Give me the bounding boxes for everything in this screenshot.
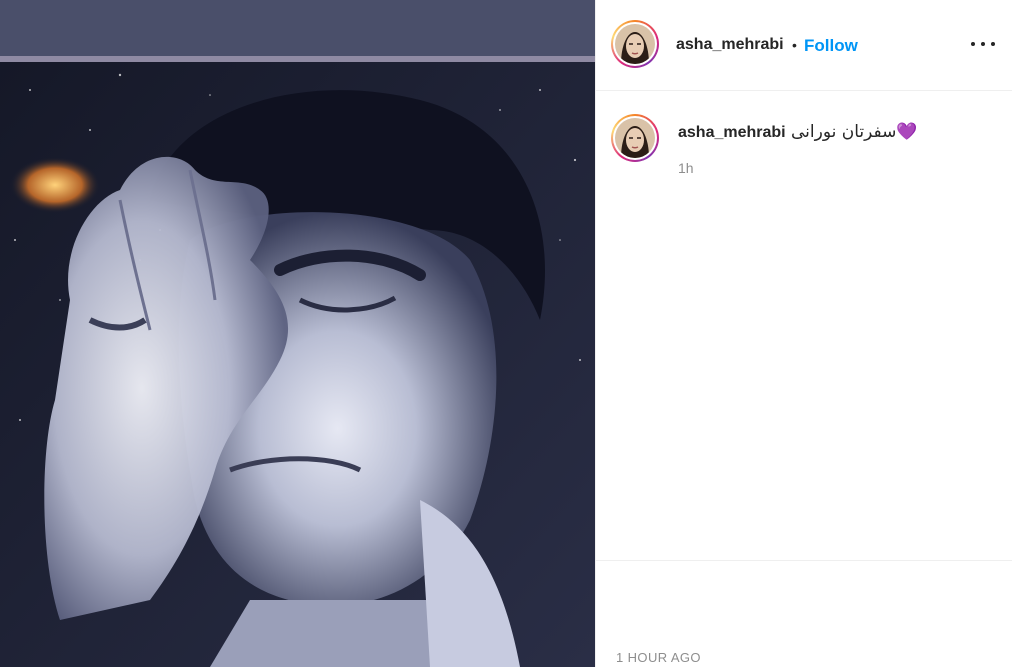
caption-avatar[interactable] — [611, 114, 659, 162]
author-username[interactable]: asha_mehrabi — [676, 36, 784, 54]
separator-dot: • — [792, 37, 797, 53]
footer-divider — [596, 560, 1012, 561]
follow-button[interactable]: Follow — [804, 36, 858, 56]
caption-username[interactable]: asha_mehrabi — [678, 124, 786, 142]
avatar-image — [615, 24, 655, 64]
post-photo — [0, 0, 595, 667]
post-header: asha_mehrabi • Follow — [596, 0, 1012, 91]
caption-relative-time[interactable]: 1h — [678, 160, 694, 176]
author-avatar[interactable] — [611, 20, 659, 68]
post-timestamp[interactable]: 1 HOUR AGO — [616, 650, 701, 665]
post-details-panel: asha_mehrabi • Follow asha_mehrabi سفرتا… — [595, 0, 1012, 667]
post-image[interactable] — [0, 0, 595, 667]
caption-text: سفرتان نورانی💜 — [791, 122, 918, 142]
more-options-icon[interactable] — [971, 34, 995, 54]
avatar-image — [615, 118, 655, 158]
